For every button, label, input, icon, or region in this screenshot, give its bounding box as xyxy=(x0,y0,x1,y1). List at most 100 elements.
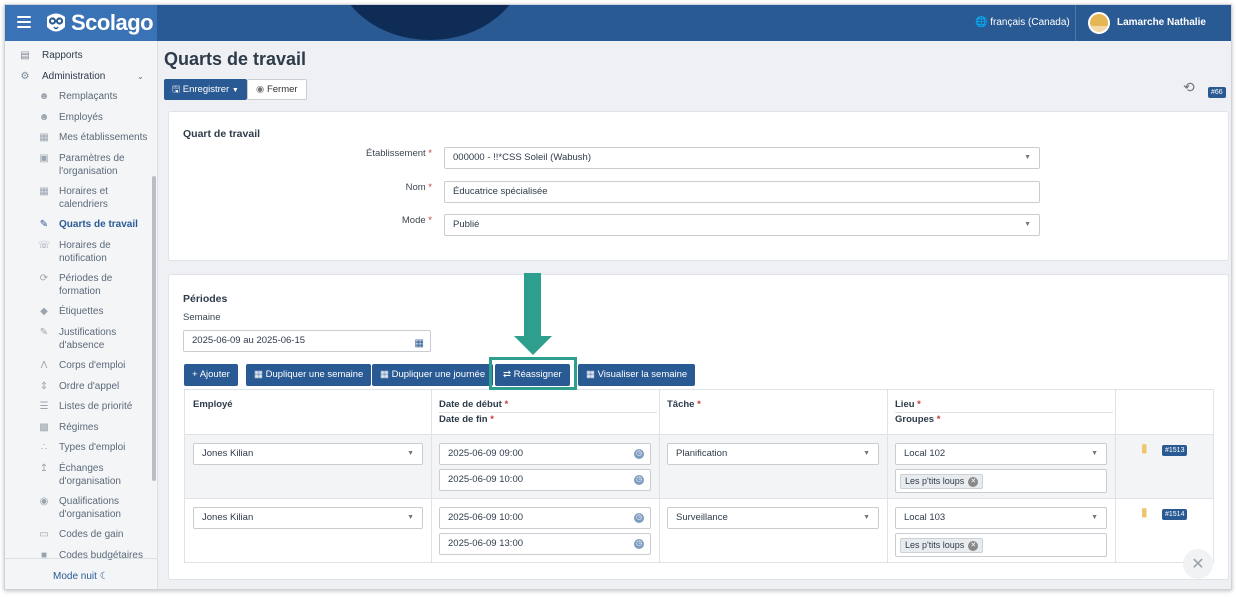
shift-form-card: Quart de travail Établissement * 000000 … xyxy=(168,111,1229,261)
language-selector[interactable]: 🌐 français (Canada) xyxy=(975,17,1070,28)
table-row: Jones Kilian ▼ 2025-06-09 09:00 ◷ 2025-0… xyxy=(185,434,1213,498)
groups-field[interactable]: Les p'tits loups ✕ xyxy=(895,469,1107,493)
name-field[interactable]: Éducatrice spécialisée xyxy=(444,181,1040,203)
periods-title: Périodes xyxy=(183,293,228,305)
calendar-icon: ▦ xyxy=(414,338,424,349)
column-divider xyxy=(659,390,660,562)
sidebar-item-rapports[interactable]: ▤ Rapports xyxy=(5,49,153,62)
establishment-select[interactable]: 000000 - !!*CSS Soleil (Wabush) ▼ xyxy=(444,147,1040,169)
annotation-arrow-head xyxy=(514,336,552,355)
start-value: 2025-06-09 09:00 xyxy=(448,448,524,459)
close-icon[interactable]: ✕ xyxy=(1183,549,1213,579)
notification-icon: ☏ xyxy=(38,240,51,251)
add-label: Ajouter xyxy=(199,369,230,380)
group-tag-label: Les p'tits loups xyxy=(905,540,965,550)
sidebar-item-label: Régimes xyxy=(59,422,99,433)
sidebar-item-label: Horaires de notification xyxy=(59,240,111,264)
start-date-field[interactable]: 2025-06-09 10:00 ◷ xyxy=(439,507,651,529)
end-value: 2025-06-09 13:00 xyxy=(448,538,524,549)
header-decoration xyxy=(335,5,525,40)
figure-icon: Λ xyxy=(40,360,48,371)
sort-icon: ⇕ xyxy=(39,381,49,392)
task-select[interactable]: Surveillance ▼ xyxy=(667,507,879,529)
sidebar-item-label: Codes de gain xyxy=(59,529,124,540)
group-tag: Les p'tits loups ✕ xyxy=(900,538,984,553)
sidebar-item-label: Horaires et calendriers xyxy=(59,186,108,210)
start-date-field[interactable]: 2025-06-09 09:00 ◷ xyxy=(439,443,651,465)
hierarchy-icon: ∴ xyxy=(40,442,48,453)
clock-icon: ◷ xyxy=(634,539,644,549)
column-header-task: Tâche * xyxy=(667,399,701,410)
night-mode-label: Mode nuit xyxy=(53,571,97,582)
place-select[interactable]: Local 102 ▼ xyxy=(895,443,1107,465)
sidebar-item-label: Corps d'emploi xyxy=(59,360,126,371)
row-id-badge: #1514 xyxy=(1162,509,1188,520)
week-picker[interactable]: 2025-06-09 au 2025-06-15 ▦ xyxy=(183,330,431,352)
sidebar-item-label: Justifications d'absence xyxy=(59,327,117,351)
close-button[interactable]: ◉ Fermer xyxy=(247,79,307,100)
owl-logo-icon xyxy=(47,13,65,32)
mode-select[interactable]: Publié ▼ xyxy=(444,214,1040,236)
sidebar-item-label: Mes établissements xyxy=(59,132,148,143)
globe-icon: 🌐 xyxy=(975,17,988,28)
employee-select[interactable]: Jones Kilian ▼ xyxy=(193,507,423,529)
groups-field[interactable]: Les p'tits loups ✕ xyxy=(895,533,1107,557)
remove-tag-icon[interactable]: ✕ xyxy=(968,476,979,487)
sidebar-scrollbar[interactable] xyxy=(152,176,156,481)
record-id-badge: #66 xyxy=(1208,87,1226,98)
sidebar-item-label: Quarts de travail xyxy=(59,219,138,230)
settings-icon: ▣ xyxy=(39,153,49,164)
chevron-down-icon: ▼ xyxy=(1024,154,1031,161)
header-divider xyxy=(895,412,1113,413)
night-mode-toggle[interactable]: Mode nuit ☾ xyxy=(53,571,109,582)
save-button[interactable]: 🖫 Enregistrer ▼ xyxy=(164,79,247,100)
sidebar-item-label: Étiquettes xyxy=(59,306,104,317)
sidebar-item-administration[interactable]: ⚙ Administration ⌄ xyxy=(5,70,153,83)
end-value: 2025-06-09 10:00 xyxy=(448,474,524,485)
group-tag-label: Les p'tits loups xyxy=(905,476,965,486)
person-icon: ☻ xyxy=(38,91,50,102)
duplicate-day-label: Dupliquer une journée xyxy=(391,369,486,380)
employee-value: Jones Kilian xyxy=(202,448,254,459)
week-value: 2025-06-09 au 2025-06-15 xyxy=(192,335,306,346)
task-select[interactable]: Planification ▼ xyxy=(667,443,879,465)
chevron-down-icon: ▼ xyxy=(407,514,414,521)
close-circle-icon: ◉ xyxy=(256,84,265,95)
chevron-down-icon: ⌄ xyxy=(137,72,144,81)
view-week-button[interactable]: ▦ Visualiser la semaine xyxy=(578,364,696,386)
name-value: Éducatrice spécialisée xyxy=(453,186,548,197)
history-icon[interactable]: ⟲ xyxy=(1183,80,1195,96)
duplicate-week-button[interactable]: ▦ Dupliquer une semaine xyxy=(246,364,372,386)
chevron-down-icon: ▼ xyxy=(1024,221,1031,228)
end-date-field[interactable]: 2025-06-09 13:00 ◷ xyxy=(439,533,651,555)
sidebar-item-label: Remplaçants xyxy=(59,91,118,102)
money-icon: ▭ xyxy=(39,529,49,540)
list-icon: ☰ xyxy=(39,401,49,412)
employee-select[interactable]: Jones Kilian ▼ xyxy=(193,443,423,465)
chevron-down-icon: ▼ xyxy=(1091,450,1098,457)
week-label: Semaine xyxy=(183,312,221,323)
logo-area: Scolago xyxy=(5,5,157,41)
calendar-icon: ▦ xyxy=(39,186,49,197)
duplicate-day-button[interactable]: ▦ Dupliquer une journée xyxy=(372,364,494,386)
group-icon: ▩ xyxy=(39,422,49,433)
people-icon: ☻ xyxy=(38,112,50,123)
delete-row-icon[interactable]: ▮ xyxy=(1141,505,1148,519)
delete-row-icon[interactable]: ▮ xyxy=(1141,441,1148,455)
top-bar: Scolago 🌐 français (Canada) Lamarche Nat… xyxy=(5,5,1231,41)
avatar[interactable] xyxy=(1088,12,1110,34)
calendar-icon: ▦ xyxy=(380,369,389,380)
refresh-icon: ⟳ xyxy=(39,273,49,284)
sidebar-item-label: Rapports xyxy=(42,50,83,61)
add-button[interactable]: + Ajouter xyxy=(184,364,238,386)
menu-icon[interactable] xyxy=(17,16,31,28)
annotation-highlight-box xyxy=(489,357,577,390)
start-value: 2025-06-09 10:00 xyxy=(448,512,524,523)
place-select[interactable]: Local 103 ▼ xyxy=(895,507,1107,529)
table-row: Jones Kilian ▼ 2025-06-09 10:00 ◷ 2025-0… xyxy=(185,498,1213,562)
gear-icon: ⚙ xyxy=(20,71,30,82)
user-name[interactable]: Lamarche Nathalie xyxy=(1117,17,1206,28)
sidebar-item-label: Codes budgétaires xyxy=(59,550,143,561)
remove-tag-icon[interactable]: ✕ xyxy=(968,540,979,551)
end-date-field[interactable]: 2025-06-09 10:00 ◷ xyxy=(439,469,651,491)
